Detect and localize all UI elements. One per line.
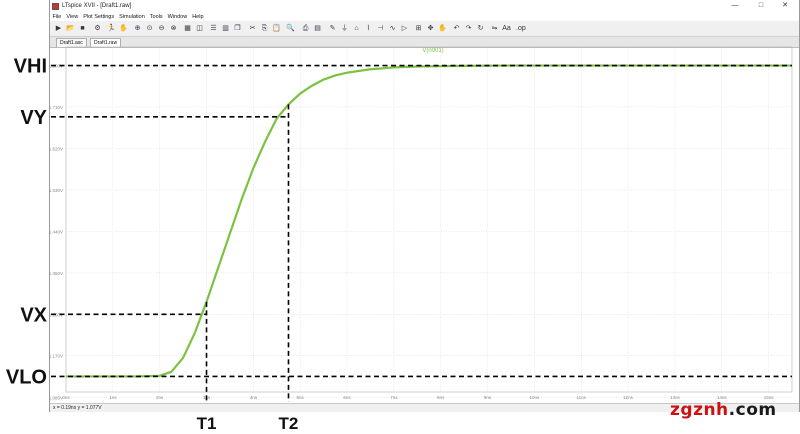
x-tick-label: 8ns <box>437 395 445 400</box>
level-label-vx: VX <box>20 304 47 326</box>
y-tick-label: 1.080V <box>49 395 63 400</box>
waveform-chart: 1.800V1.710V1.620V1.530V1.440V1.350V1.26… <box>6 46 793 433</box>
x-tick-label: 10ns <box>530 395 541 400</box>
y-tick-label: 1.440V <box>49 229 63 234</box>
y-tick-label: 1.350V <box>49 271 63 276</box>
x-tick-label: 2ns <box>156 395 164 400</box>
x-tick-label: 9ns <box>484 395 492 400</box>
time-label-t2: T2 <box>279 414 299 433</box>
y-tick-label: 1.170V <box>49 354 63 359</box>
watermark-part-b: .com <box>728 400 777 420</box>
trace-line[interactable] <box>66 64 792 378</box>
x-tick-label: 5ns <box>297 395 305 400</box>
site-watermark: zgznh.com <box>670 400 777 420</box>
time-label-t1: T1 <box>197 414 217 433</box>
plot-frame <box>65 46 793 393</box>
y-tick-label: 1.620V <box>49 147 63 152</box>
x-tick-label: 12ns <box>623 395 634 400</box>
level-label-vlo: VLO <box>6 366 47 388</box>
watermark-part-a: zgznh <box>670 400 729 420</box>
y-tick-label: 1.710V <box>49 105 63 110</box>
y-tick-label: 1.530V <box>49 188 63 193</box>
x-tick-label: 4ns <box>250 395 258 400</box>
x-tick-label: 11ns <box>577 395 587 400</box>
x-tick-label: 7ns <box>390 395 398 400</box>
x-tick-label: 0ns <box>62 395 70 400</box>
level-label-vy: VY <box>20 107 47 129</box>
trace-legend[interactable]: V(n001) <box>422 48 443 54</box>
x-tick-label: 6ns <box>343 395 351 400</box>
level-label-vhi: VHI <box>14 56 47 78</box>
x-tick-label: 1ns <box>109 395 117 400</box>
